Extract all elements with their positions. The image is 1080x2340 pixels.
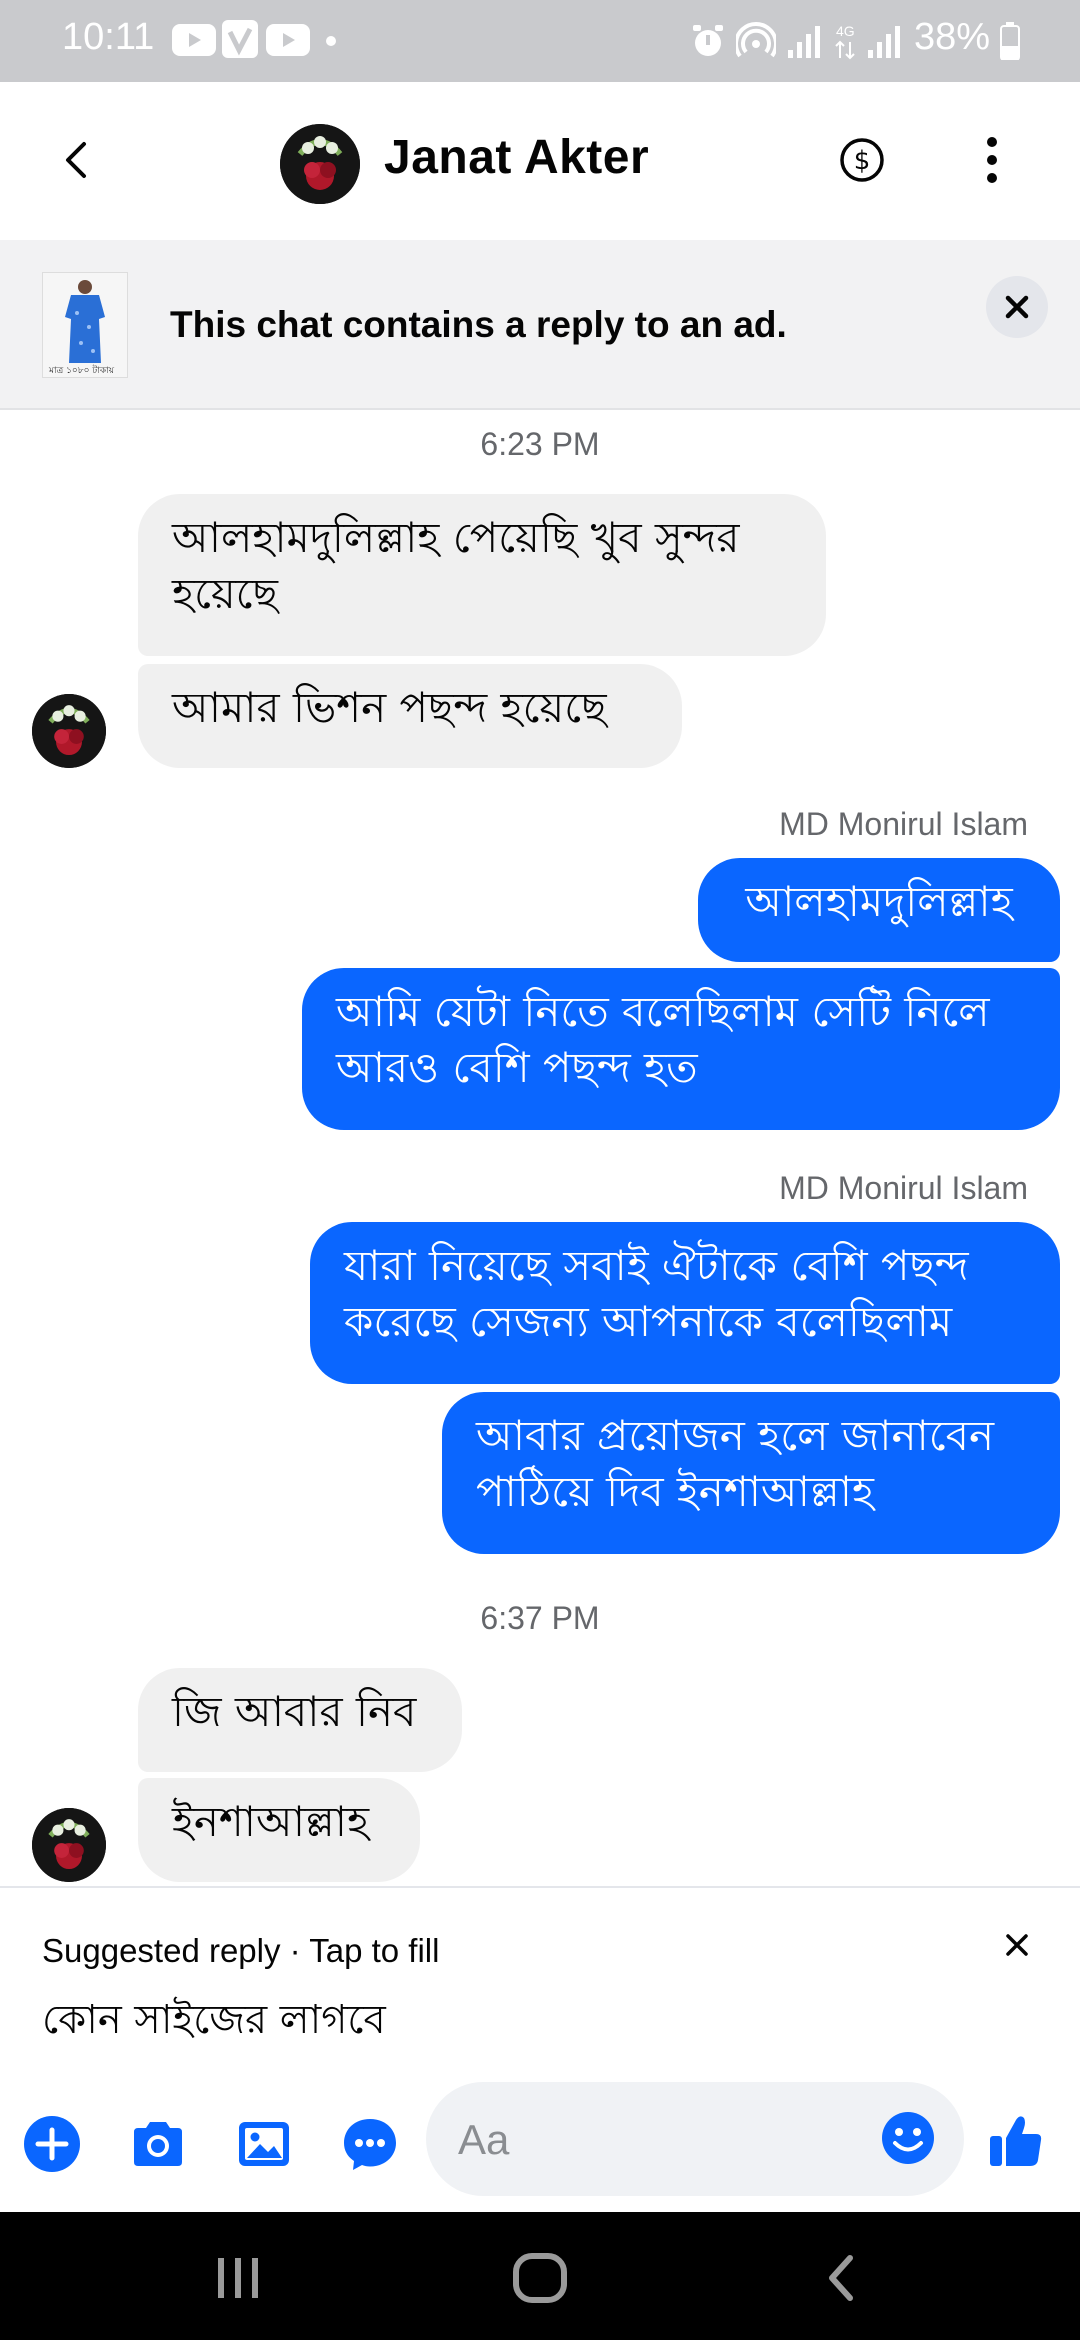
outgoing-message[interactable]: আমি যেটা নিতে বলেছিলাম সেটি নিলে আরও বেশ…: [302, 968, 1060, 1130]
battery-percent: 38%: [914, 16, 991, 58]
hotspot-icon: [736, 22, 776, 58]
vimeo-icon: [222, 20, 258, 58]
ad-thumbnail[interactable]: মাত্র ১০৮০ টাকায়: [42, 272, 128, 378]
contact-avatar[interactable]: [280, 124, 360, 204]
chat-bubble-icon[interactable]: [340, 2114, 400, 2174]
incoming-message[interactable]: আমার ভিশন পছন্দ হয়েছে: [138, 664, 682, 768]
close-suggestion-button[interactable]: [1000, 1928, 1034, 1962]
svg-text:$: $: [854, 146, 871, 176]
suggested-reply-panel: Suggested reply · Tap to fill কোন সাইজের…: [0, 1886, 1080, 2078]
signal-icon: [868, 26, 900, 58]
message-timestamp: 6:37 PM: [480, 1600, 600, 1636]
notification-dot-icon: [326, 36, 336, 46]
message-timestamp: 6:23 PM: [480, 426, 600, 462]
sender-name: MD Monirul Islam: [779, 806, 1028, 842]
recents-icon[interactable]: [212, 2254, 264, 2302]
signal-icon: [788, 26, 820, 58]
status-time: 10:11: [62, 16, 155, 58]
sender-name: MD Monirul Islam: [779, 1170, 1028, 1206]
ad-reply-notice: This chat contains a reply to an ad.: [170, 304, 787, 345]
camera-icon[interactable]: [128, 2114, 188, 2174]
ad-thumbnail-caption: মাত্র ১০৮০ টাকায়: [49, 366, 115, 376]
battery-icon: [1000, 22, 1020, 60]
suggested-reply-text[interactable]: কোন সাইজের লাগবে: [42, 1988, 386, 2055]
outgoing-message[interactable]: যারা নিয়েছে সবাই ঐটাকে বেশি পছন্দ করেছে…: [310, 1222, 1060, 1384]
contact-avatar-small[interactable]: [32, 694, 106, 768]
outgoing-message[interactable]: আলহামদুলিল্লাহ: [698, 858, 1060, 962]
youtube-icon: [266, 24, 310, 56]
emoji-icon[interactable]: [880, 2110, 936, 2166]
payment-button[interactable]: $: [838, 136, 886, 184]
message-composer: Aa: [0, 2076, 1080, 2212]
alarm-icon: [693, 25, 723, 56]
close-banner-button[interactable]: [986, 276, 1048, 338]
outgoing-message[interactable]: আবার প্রয়োজন হলে জানাবেন পাঠিয়ে দিব ইন…: [442, 1392, 1060, 1554]
status-bar: 10:11 4G 38%: [0, 0, 1080, 82]
incoming-message[interactable]: আলহামদুলিল্লাহ পেয়েছি খুব সুন্দর হয়েছে: [138, 494, 826, 656]
like-icon[interactable]: [986, 2110, 1046, 2170]
contact-name[interactable]: Janat Akter: [384, 130, 649, 185]
chat-header: Janat Akter $: [0, 82, 1080, 240]
contact-avatar-small[interactable]: [32, 1808, 106, 1882]
4g-icon: 4G: [835, 23, 855, 60]
close-icon: [1005, 295, 1029, 319]
incoming-message[interactable]: জি আবার নিব: [138, 1668, 462, 1772]
more-options-button[interactable]: [980, 134, 1004, 186]
nav-back-icon[interactable]: [820, 2252, 864, 2304]
gallery-icon[interactable]: [234, 2114, 294, 2174]
system-nav-bar: [0, 2212, 1080, 2340]
home-icon[interactable]: [510, 2252, 570, 2304]
ad-reply-banner: মাত্র ১০৮০ টাকায় This chat contains a r…: [0, 240, 1080, 410]
svg-text:4G: 4G: [836, 23, 855, 39]
youtube-icon: [172, 24, 216, 56]
plus-icon[interactable]: [22, 2114, 82, 2174]
back-button[interactable]: [50, 132, 106, 188]
incoming-message[interactable]: ইনশাআল্লাহ: [138, 1778, 420, 1882]
message-input-placeholder: Aa: [458, 2116, 510, 2163]
suggested-reply-label: Suggested reply · Tap to fill: [42, 1932, 440, 1969]
